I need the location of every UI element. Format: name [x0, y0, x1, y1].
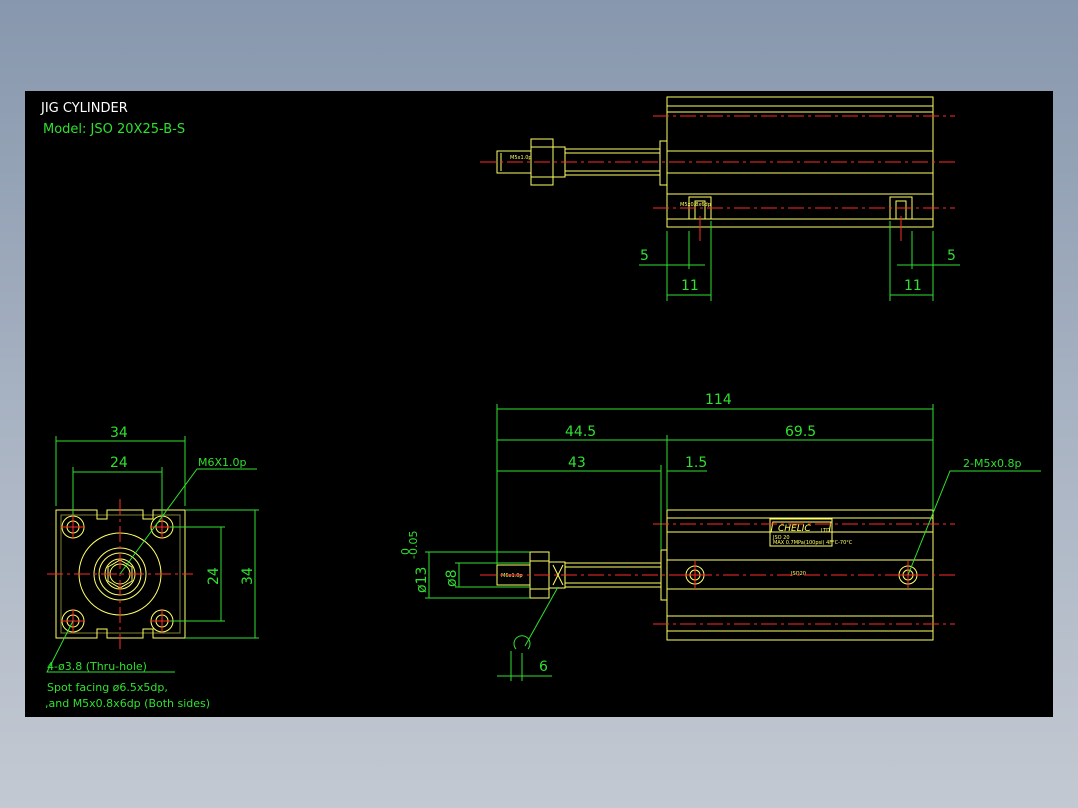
end-spot-note: Spot facing ø6.5x5dp,: [47, 681, 168, 694]
dim-right-part: 69.5: [785, 424, 816, 440]
top-view-port-label: M5x0.8x6dp: [680, 202, 711, 208]
port-callout: 2-M5x0.8p: [963, 457, 1021, 470]
model-label: Model: JSO 20X25-B-S: [43, 122, 185, 137]
dim-rod-length: 43: [568, 455, 586, 471]
cad-drawing: JIG CYLINDER Model: JSO 20X25-B-S M5x1.0…: [40, 96, 1041, 710]
dim-wrench: 6: [539, 659, 548, 675]
body-mark: JSO20: [790, 571, 806, 577]
end-thread-note: ,and M5x0.8x6dp (Both sides): [45, 697, 210, 710]
plate-line-2: MAX 0.7MPa(100psi) 4F°C-70°C: [773, 540, 853, 546]
dim-rod-dia: ø8: [444, 570, 460, 587]
top-dim-right-11: 11: [904, 278, 922, 294]
top-view-thread-label: M5x1.0p: [510, 155, 532, 161]
dim-flange: 1.5: [685, 455, 707, 471]
brand-suffix: LTD: [821, 528, 830, 534]
drawing-viewport[interactable]: JIG CYLINDER Model: JSO 20X25-B-S M5x1.0…: [25, 91, 1053, 717]
end-dim-height-outer: 34: [240, 567, 256, 585]
end-thread-callout: M6X1.0p: [198, 456, 247, 469]
end-dim-height-inner: 24: [206, 567, 222, 585]
top-view: M5x1.0p M5x0.8x6dp 5 11 5 11: [480, 96, 960, 301]
drawing-title: JIG CYLINDER: [40, 101, 128, 116]
rod-thread-label: M6x1.0p: [501, 573, 523, 579]
dim-overall: 114: [705, 392, 732, 408]
top-dim-left-11: 11: [681, 278, 699, 294]
dim-left-part: 44.5: [565, 424, 596, 440]
dim-tol-lower: -0.05: [407, 531, 420, 559]
brand-name: CHELIC: [778, 524, 811, 534]
end-hole-note: 4-ø3.8 (Thru-hole): [47, 660, 147, 673]
side-view: CHELIC LTD JSO 20 MAX 0.7MPa(100psi) 4F°…: [399, 392, 1041, 681]
end-dim-width-inner: 24: [110, 455, 128, 471]
dim-bore-dia: ø13: [414, 567, 430, 593]
top-dim-right-5: 5: [947, 248, 956, 264]
end-view: 34 24 24 34 M6X1.0p 4-ø3.8 (Thru-hole) S…: [45, 425, 259, 710]
top-dim-left-5: 5: [640, 248, 649, 264]
end-dim-width-outer: 34: [110, 425, 128, 441]
